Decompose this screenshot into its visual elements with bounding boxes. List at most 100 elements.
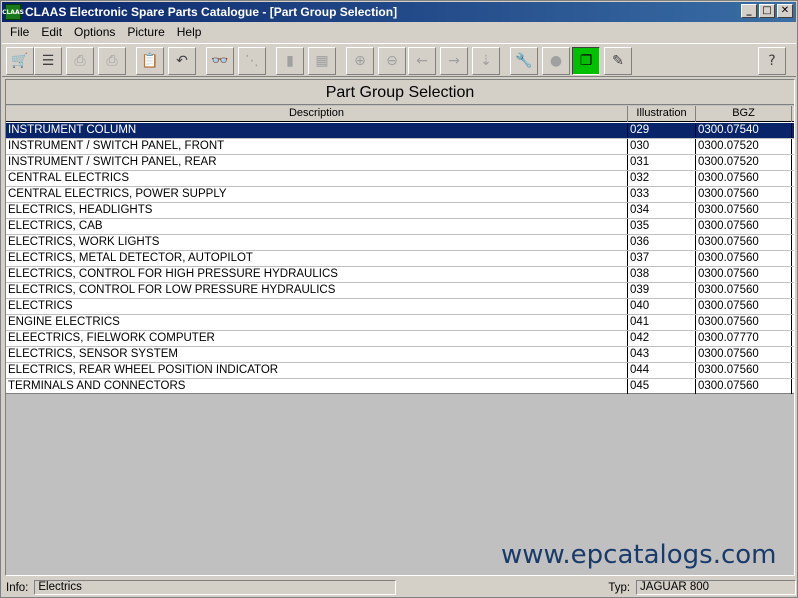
- cart-button[interactable]: 🛒: [6, 47, 34, 75]
- cell-bgz: 0300.07520: [696, 155, 792, 170]
- binoculars-button[interactable]: 👓: [206, 47, 234, 75]
- print-icon: ⎙: [106, 53, 118, 69]
- info-value: Electrics: [34, 580, 397, 595]
- menu-options[interactable]: Options: [68, 25, 121, 39]
- cell-illustration: 042: [628, 331, 696, 346]
- cell-illustration: 040: [628, 299, 696, 314]
- zoom-out-button[interactable]: ⊖: [378, 47, 406, 75]
- table-row[interactable]: ELECTRICS, CONTROL FOR HIGH PRESSURE HYD…: [6, 267, 794, 283]
- claas-app-icon[interactable]: CLAAS: [2, 4, 24, 20]
- cell-bgz: 0300.07770: [696, 331, 792, 346]
- cell-illustration: 038: [628, 267, 696, 282]
- list-icon: ☰: [41, 53, 55, 69]
- clipboard-button[interactable]: 📋: [136, 47, 164, 75]
- cell-bgz: 0300.07560: [696, 347, 792, 362]
- menu-file[interactable]: File: [4, 25, 35, 39]
- table-row[interactable]: TERMINALS AND CONNECTORS 045 0300.07560: [6, 379, 794, 395]
- panel-title: Part Group Selection: [6, 80, 794, 105]
- cell-bgz: 0300.07560: [696, 283, 792, 298]
- zoom-in-button[interactable]: ⊕: [346, 47, 374, 75]
- cell-bgz: 0300.07540: [696, 123, 792, 138]
- title-bar[interactable]: CLAAS CLAAS Electronic Spare Parts Catal…: [2, 2, 796, 22]
- page-down-button[interactable]: ⇣: [472, 47, 500, 75]
- table-header: Description Illustration BGZ: [6, 106, 794, 122]
- arrow-left-button[interactable]: ←: [408, 47, 436, 75]
- tree-button[interactable]: ⋱: [238, 47, 266, 75]
- table-row[interactable]: CENTRAL ELECTRICS, POWER SUPPLY 033 0300.0…: [6, 187, 794, 203]
- cell-illustration: 036: [628, 235, 696, 250]
- cell-description: INSTRUMENT COLUMN: [6, 123, 628, 138]
- maximize-button[interactable]: □: [759, 4, 775, 18]
- windows-button[interactable]: ❐: [572, 47, 600, 75]
- zoom-out-icon: ⊖: [386, 53, 398, 69]
- cell-illustration: 041: [628, 315, 696, 330]
- cell-illustration: 031: [628, 155, 696, 170]
- column-header-illustration[interactable]: Illustration: [628, 106, 696, 122]
- menu-picture[interactable]: Picture: [121, 25, 170, 39]
- table-row[interactable]: ELECTRICS, CAB 035 0300.07560: [6, 219, 794, 235]
- cell-description: INSTRUMENT / SWITCH PANEL, REAR: [6, 155, 628, 170]
- minimize-button[interactable]: _: [741, 4, 757, 18]
- cell-illustration: 039: [628, 283, 696, 298]
- menu-help[interactable]: Help: [171, 25, 208, 39]
- window-title: CLAAS Electronic Spare Parts Catalogue -…: [25, 5, 398, 19]
- arrow-right-button[interactable]: →: [440, 47, 468, 75]
- info-label: Info:: [6, 581, 29, 594]
- cell-bgz: 0300.07560: [696, 219, 792, 234]
- tools-button[interactable]: ✎: [604, 47, 632, 75]
- column-header-description[interactable]: Description: [6, 106, 628, 122]
- print-button[interactable]: ⎙: [98, 47, 126, 75]
- arrow-left-icon: ←: [416, 53, 428, 69]
- table-row[interactable]: ELECTRICS, CONTROL FOR LOW PRESSURE HYDR…: [6, 283, 794, 299]
- table-row[interactable]: ENGINE ELECTRICS 041 0300.07560: [6, 315, 794, 331]
- cell-description: ELECTRICS, WORK LIGHTS: [6, 235, 628, 250]
- cell-bgz: 0300.07560: [696, 187, 792, 202]
- table-row[interactable]: INSTRUMENT / SWITCH PANEL, REAR 031 0300.0…: [6, 155, 794, 171]
- table-row[interactable]: ELEECTRICS, FIELWORK COMPUTER 042 0300.077…: [6, 331, 794, 347]
- wrench-button[interactable]: 🔧: [510, 47, 538, 75]
- toolbar: 🛒 ☰ ⎙ ⎙ 📋 ↶ 👓 ⋱ ▮ ▦ ⊕ ⊖ ← → ⇣ 🔧 ● ❐ ✎?: [2, 43, 796, 77]
- cell-illustration: 043: [628, 347, 696, 362]
- page-button[interactable]: ▮: [276, 47, 304, 75]
- help-button[interactable]: ?: [758, 47, 786, 75]
- cell-bgz: 0300.07560: [696, 235, 792, 250]
- table-row[interactable]: ELECTRICS 040 0300.07560: [6, 299, 794, 315]
- list-button[interactable]: ☰: [34, 47, 62, 75]
- stamp-icon: ⎙: [74, 53, 86, 69]
- close-button[interactable]: ✕: [777, 4, 793, 18]
- watermark: www.epcatalogs.com: [501, 540, 777, 570]
- column-header-bgz[interactable]: BGZ: [696, 106, 792, 122]
- undo-button[interactable]: ↶: [168, 47, 196, 75]
- table-row[interactable]: INSTRUMENT / SWITCH PANEL, FRONT 030 0300.…: [6, 139, 794, 155]
- arrow-right-icon: →: [448, 53, 460, 69]
- grid-button[interactable]: ▦: [308, 47, 336, 75]
- cell-illustration: 033: [628, 187, 696, 202]
- cell-description: INSTRUMENT / SWITCH PANEL, FRONT: [6, 139, 628, 154]
- cell-bgz: 0300.07560: [696, 379, 792, 394]
- cell-illustration: 035: [628, 219, 696, 234]
- table-row[interactable]: ELECTRICS, SENSOR SYSTEM 043 0300.07560: [6, 347, 794, 363]
- table-row[interactable]: CENTRAL ELECTRICS 032 0300.07560: [6, 171, 794, 187]
- table-row[interactable]: INSTRUMENT COLUMN 029 0300.07540: [6, 123, 794, 139]
- cell-description: CENTRAL ELECTRICS: [6, 171, 628, 186]
- cell-bgz: 0300.07560: [696, 363, 792, 378]
- tree-icon: ⋱: [245, 53, 259, 69]
- zoom-in-icon: ⊕: [354, 53, 366, 69]
- table-row[interactable]: ELECTRICS, REAR WHEEL POSITION INDICATOR…: [6, 363, 794, 379]
- circle-button[interactable]: ●: [542, 47, 570, 75]
- undo-icon: ↶: [176, 53, 188, 69]
- help-icon: ?: [768, 53, 776, 69]
- stamp-button[interactable]: ⎙: [66, 47, 94, 75]
- table-row[interactable]: ELECTRICS, WORK LIGHTS 036 0300.07560: [6, 235, 794, 251]
- status-bar: Info: Electrics Typ: JAGUAR 800: [2, 579, 797, 596]
- cell-bgz: 0300.07560: [696, 251, 792, 266]
- grid-icon: ▦: [315, 53, 329, 69]
- menu-bar: File Edit Options Picture Help: [2, 22, 796, 41]
- binoculars-icon: 👓: [211, 53, 229, 69]
- page-down-icon: ⇣: [480, 53, 492, 69]
- cell-description: ENGINE ELECTRICS: [6, 315, 628, 330]
- menu-edit[interactable]: Edit: [35, 25, 68, 39]
- cell-description: ELECTRICS, SENSOR SYSTEM: [6, 347, 628, 362]
- table-row[interactable]: ELECTRICS, HEADLIGHTS 034 0300.07560: [6, 203, 794, 219]
- table-row[interactable]: ELECTRICS, METAL DETECTOR, AUTOPILOT 037 0…: [6, 251, 794, 267]
